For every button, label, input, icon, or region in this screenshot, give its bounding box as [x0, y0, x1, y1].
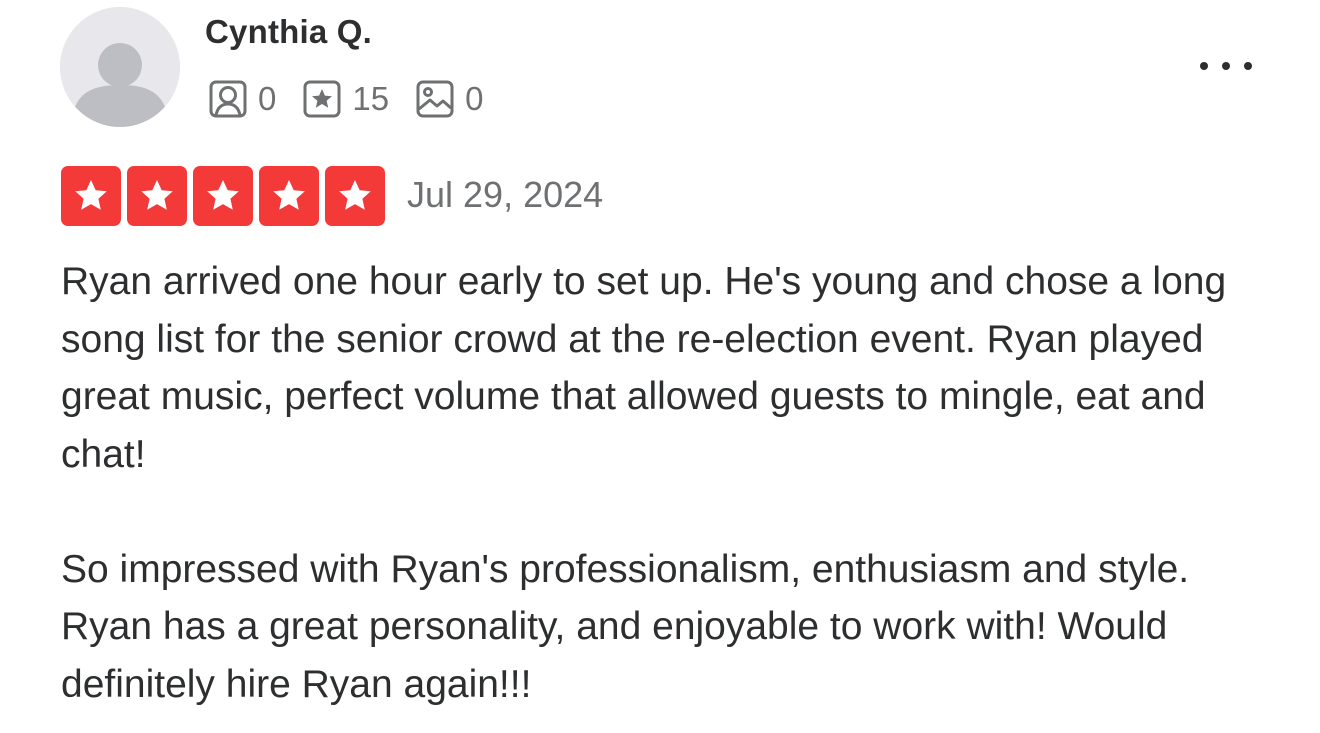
star-rating — [61, 166, 391, 226]
friends-stat: 0 — [207, 78, 276, 120]
rating-star-5 — [325, 166, 385, 226]
review-paragraph: So impressed with Ryan's professionalism… — [61, 547, 1190, 706]
rating-star-1 — [61, 166, 121, 226]
rating-star-2 — [127, 166, 187, 226]
review-paragraph: Ryan arrived one hour early to set up. H… — [61, 260, 1227, 476]
review-text: Ryan arrived one hour early to set up. H… — [61, 253, 1281, 713]
star-icon — [339, 180, 371, 210]
default-user-avatar-icon — [60, 7, 180, 127]
rating-star-3 — [193, 166, 253, 226]
friends-count: 0 — [258, 80, 277, 117]
star-icon — [207, 180, 239, 210]
more-options-button[interactable] — [1188, 48, 1264, 84]
photos-count: 0 — [465, 80, 484, 117]
review-star-icon — [301, 78, 343, 120]
star-icon — [273, 180, 305, 210]
star-icon — [141, 180, 173, 210]
reviews-stat: 15 — [301, 78, 389, 120]
author-stats: 0 15 0 — [207, 78, 508, 120]
review-date: Jul 29, 2024 — [407, 174, 604, 215]
reviews-count: 15 — [352, 80, 390, 117]
photos-stat: 0 — [414, 78, 483, 120]
review-card: Cynthia Q. 0 15 0 Jul 29, 2024 Ryan arri… — [0, 0, 1320, 733]
friends-icon — [207, 78, 249, 120]
more-options-icon — [1200, 62, 1208, 70]
author-name[interactable]: Cynthia Q. — [205, 13, 372, 51]
star-icon — [75, 180, 107, 210]
user-avatar[interactable] — [60, 7, 180, 127]
rating-star-4 — [259, 166, 319, 226]
photo-icon — [414, 78, 456, 120]
